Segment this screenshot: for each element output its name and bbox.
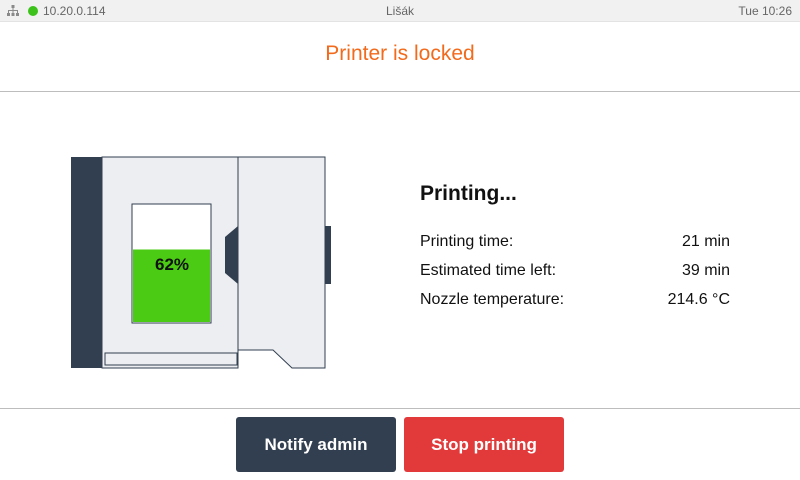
print-status-heading: Printing...: [420, 182, 517, 205]
info-value: 39 min: [681, 262, 730, 279]
info-value: 21 min: [681, 233, 730, 250]
stop-printing-button[interactable]: Stop printing: [404, 417, 564, 472]
header-divider: [0, 91, 800, 92]
clock: Tue 10:26: [738, 4, 792, 18]
status-bar: 10.20.0.114 Lišák Tue 10:26: [0, 0, 800, 22]
info-label: Estimated time left:: [420, 262, 557, 279]
hostname: Lišák: [385, 4, 414, 18]
info-row-printing-time: Printing time: 21 min: [420, 231, 730, 253]
notify-admin-button[interactable]: Notify admin: [236, 417, 396, 472]
info-label: Printing time:: [420, 233, 514, 250]
info-label: Nozzle temperature:: [420, 291, 565, 308]
footer-divider: [0, 408, 800, 409]
info-row-time-left: Estimated time left: 39 min: [420, 260, 730, 282]
printer-side-panel: [71, 157, 102, 368]
printer-hinge: [325, 226, 331, 284]
printer-door: [237, 156, 326, 369]
progress-percent: 62%: [154, 255, 190, 274]
info-row-nozzle-temperature: Nozzle temperature: 214.6 °C: [420, 289, 730, 311]
info-value: 214.6 °C: [667, 291, 730, 308]
page-title: Printer is locked: [325, 42, 475, 65]
printer-tray: [104, 352, 238, 366]
